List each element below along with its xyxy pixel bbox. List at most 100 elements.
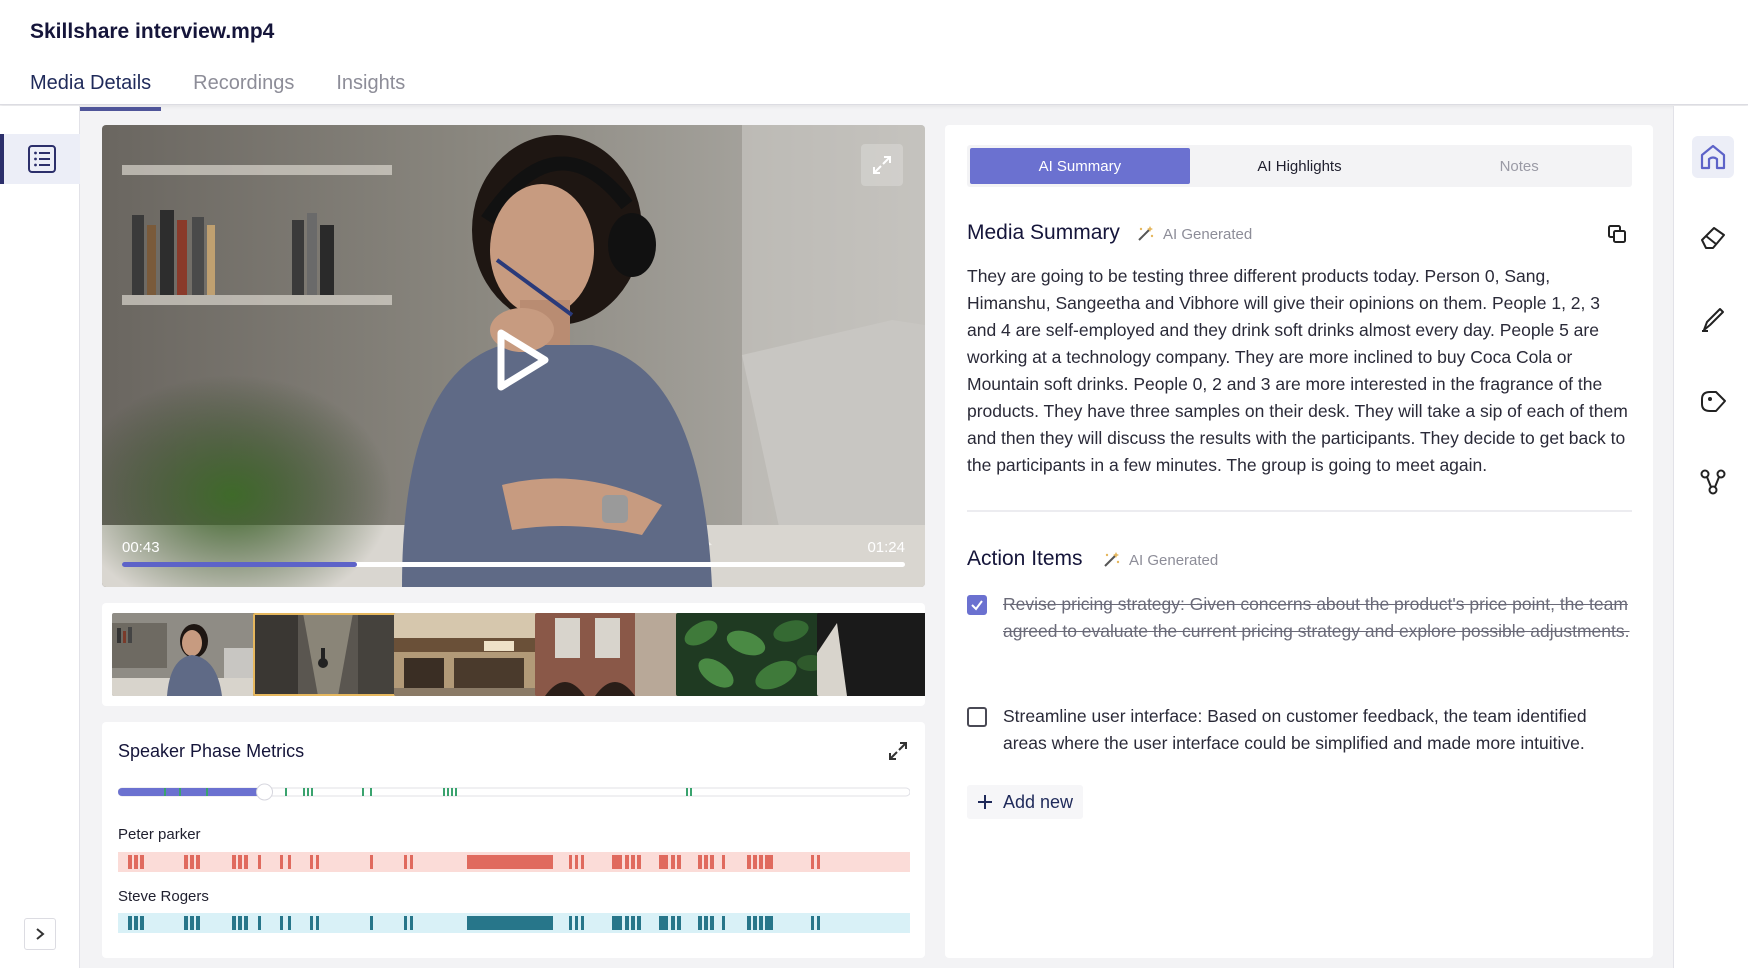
tab-insights[interactable]: Insights	[326, 66, 415, 111]
thumbnail-alley-cyclist[interactable]	[253, 613, 401, 696]
timeline-marker	[179, 788, 181, 796]
timeline-marker	[206, 788, 208, 796]
tab-ai-summary[interactable]: AI Summary	[970, 148, 1190, 184]
total-time: 01:24	[867, 539, 905, 556]
check-icon	[971, 600, 983, 611]
speaker-activity-segment	[244, 855, 248, 869]
metrics-title: Speaker Phase Metrics	[118, 741, 305, 761]
speaker-activity-segment	[280, 855, 283, 869]
eraser-button[interactable]	[1692, 216, 1734, 258]
speaker-activity-segment	[196, 855, 200, 869]
speaker-activity-segment	[612, 916, 622, 930]
pen-button[interactable]	[1692, 298, 1734, 340]
thumbnail-partial[interactable]	[817, 613, 925, 696]
tab-media-details[interactable]: Media Details	[20, 66, 162, 111]
speaker-activity-segment	[581, 916, 584, 930]
video-player[interactable]: 00:43 01:24	[102, 125, 925, 587]
thumbnail-image	[253, 613, 401, 696]
speaker-activity-segment	[288, 916, 291, 930]
metrics-timeline-slider[interactable]	[118, 783, 910, 801]
speaker-activity-segment	[184, 855, 188, 869]
speaker-activity-segment	[316, 855, 319, 869]
magic-wand-icon	[1138, 226, 1154, 241]
thumbnail-building-facade[interactable]	[535, 613, 683, 696]
speaker-timeline-1[interactable]	[118, 852, 910, 872]
ai-generated-tag: AI Generated	[1101, 550, 1218, 570]
speaker-activity-segment	[698, 855, 702, 869]
magic-wand-icon	[1104, 552, 1120, 567]
tab-ai-highlights[interactable]: AI Highlights	[1190, 148, 1410, 184]
play-button[interactable]	[480, 320, 560, 400]
thumbnail-green-leaves[interactable]	[676, 613, 824, 696]
home-button[interactable]	[1692, 136, 1734, 178]
summary-panel: AI Summary AI Highlights Notes Media Sum…	[945, 125, 1653, 958]
timeline-marker	[370, 788, 372, 796]
speaker-activity-segment	[747, 916, 751, 930]
action-item-text: Streamline user interface: Based on cust…	[1003, 706, 1587, 753]
speaker-activity-segment	[258, 916, 261, 930]
add-new-label: Add new	[1003, 791, 1074, 812]
speaker-activity-segment	[310, 916, 313, 930]
timeline-marker	[455, 788, 457, 796]
speaker-activity-segment	[811, 916, 814, 930]
timeline-marker	[285, 788, 287, 796]
speaker-activity-segment	[659, 916, 668, 930]
speaker-activity-segment	[704, 916, 708, 930]
speaker-activity-segment	[759, 916, 763, 930]
action-item-checkbox[interactable]	[967, 707, 987, 727]
plus-icon	[978, 795, 992, 809]
metrics-expand-button[interactable]	[885, 738, 911, 764]
share-nodes-button[interactable]	[1692, 461, 1734, 503]
action-items-title: Action Items	[967, 547, 1083, 570]
copy-button[interactable]	[1603, 220, 1631, 248]
thumbnail-woman-at-laptop[interactable]	[112, 613, 260, 696]
speaker-activity-segment	[238, 916, 242, 930]
speaker-activity-segment	[316, 916, 319, 930]
list-view-button[interactable]	[0, 134, 80, 184]
speaker-activity-segment	[467, 916, 553, 930]
speaker-activity-segment	[704, 855, 708, 869]
action-item-text: Revise pricing strategy: Given concerns …	[1003, 594, 1630, 641]
speaker-activity-segment	[140, 855, 144, 869]
speaker-activity-segment	[671, 855, 675, 869]
speaker-activity-segment	[404, 855, 407, 869]
tab-notes[interactable]: Notes	[1409, 148, 1629, 184]
expand-sidebar-button[interactable]	[24, 918, 56, 950]
ai-generated-label: AI Generated	[1129, 551, 1219, 569]
panel-tabs: AI Summary AI Highlights Notes	[967, 145, 1632, 187]
speaker-activity-segment	[184, 916, 188, 930]
speaker-activity-segment	[817, 855, 820, 869]
tag-button[interactable]	[1692, 381, 1734, 423]
tab-recordings[interactable]: Recordings	[183, 66, 304, 111]
speaker-activity-segment	[575, 855, 578, 869]
timeline-marker	[443, 788, 445, 796]
eraser-icon	[1701, 227, 1725, 249]
speaker-activity-segment	[753, 855, 757, 869]
thumbnail-corner-cafe[interactable]	[394, 613, 542, 696]
timeline-marker	[686, 788, 688, 796]
speaker-activity-segment	[310, 855, 313, 869]
speaker-activity-segment	[637, 855, 641, 869]
speaker-activity-segment	[196, 916, 200, 930]
speaker-activity-segment	[569, 855, 572, 869]
action-item-checkbox[interactable]	[967, 595, 987, 615]
speaker-activity-segment	[625, 855, 629, 869]
add-new-button[interactable]: Add new	[967, 785, 1084, 819]
video-progress-bar[interactable]	[122, 562, 905, 567]
copy-icon	[1608, 225, 1626, 243]
speaker-activity-segment	[753, 916, 757, 930]
speaker-timeline-2[interactable]	[118, 913, 910, 933]
fullscreen-button[interactable]	[861, 144, 903, 186]
speaker-activity-segment	[575, 916, 578, 930]
speaker-activity-segment	[581, 855, 584, 869]
action-item: Streamline user interface: Based on cust…	[967, 703, 1632, 757]
speaker-name-2: Steve Rogers	[118, 888, 209, 905]
speaker-activity-segment	[747, 855, 751, 869]
speaker-activity-segment	[612, 855, 622, 869]
thumbnail-image	[394, 613, 542, 696]
speaker-activity-segment	[128, 855, 132, 869]
speaker-activity-segment	[765, 855, 773, 869]
speaker-activity-segment	[765, 916, 773, 930]
right-rail	[1673, 106, 1748, 968]
share-nodes-icon	[1700, 469, 1726, 495]
